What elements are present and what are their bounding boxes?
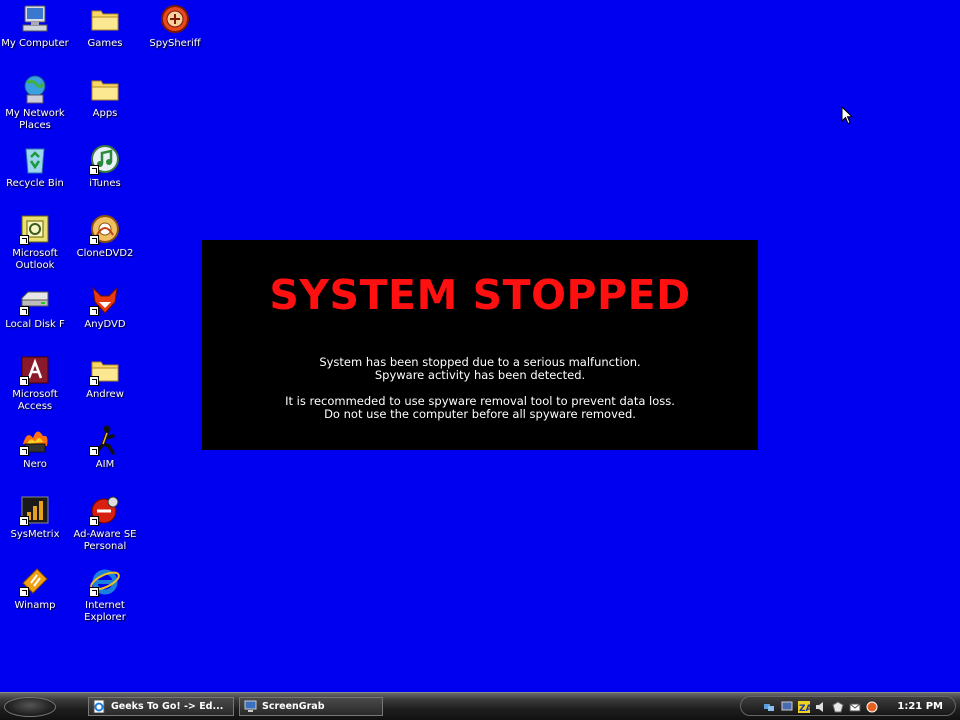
desktop-icon-aim[interactable]: AIM	[70, 424, 140, 471]
outlook-icon	[19, 213, 51, 245]
itunes-icon	[89, 143, 121, 175]
adaware-icon	[89, 494, 121, 526]
speaker-icon[interactable]	[815, 701, 827, 713]
winamp-icon	[19, 565, 51, 597]
zonealarm-icon[interactable]: ZA	[798, 701, 810, 713]
taskbar-clock[interactable]: 1:21 PM	[897, 697, 943, 716]
mouse-pointer-icon	[841, 106, 853, 125]
icon-label: Ad-Aware SE Personal	[73, 529, 137, 552]
desktop-icon-my-computer[interactable]: My Computer	[0, 3, 70, 50]
icon-label: Internet Explorer	[84, 600, 126, 623]
network-places-icon	[19, 73, 51, 105]
internet-explorer-icon	[89, 565, 121, 597]
icon-label: Nero	[23, 459, 47, 470]
icon-label: Apps	[92, 108, 118, 119]
icon-label: Local Disk F	[5, 319, 65, 330]
icon-label: Recycle Bin	[6, 178, 64, 189]
taskbar-button-label: Geeks To Go! -> Ed...	[111, 701, 224, 712]
folder-icon	[89, 73, 121, 105]
monitor-icon[interactable]	[781, 701, 793, 713]
taskbar-button-browser[interactable]: Geeks To Go! -> Ed...	[88, 697, 234, 716]
network-icon[interactable]	[763, 701, 775, 713]
system-tray: ZA 1:21 PM	[740, 696, 956, 716]
icon-label: Games	[87, 38, 123, 49]
desktop-icon-spysheriff[interactable]: SpySheriff	[140, 3, 210, 50]
desktop-icon-microsoft-outlook[interactable]: Microsoft Outlook	[0, 213, 70, 272]
security-icon[interactable]	[832, 701, 844, 713]
taskbar-button-screengrab[interactable]: ScreenGrab	[239, 697, 383, 716]
desktop-icon-ad-aware[interactable]: Ad-Aware SE Personal	[70, 494, 140, 553]
icon-label: AIM	[95, 459, 115, 470]
sysmetrix-icon	[19, 494, 51, 526]
desktop-icon-itunes[interactable]: iTunes	[70, 143, 140, 190]
icon-label: iTunes	[89, 178, 121, 189]
folder-icon	[89, 3, 121, 35]
antivirus-icon[interactable]	[866, 701, 878, 713]
alert-message-line: Spyware activity has been detected.	[374, 368, 586, 382]
alert-message-line: Do not use the computer before all spywa…	[324, 407, 636, 421]
aim-icon	[89, 424, 121, 456]
icon-label: CloneDVD2	[76, 248, 134, 259]
icon-label: Winamp	[14, 600, 56, 611]
taskbar-button-label: ScreenGrab	[262, 701, 325, 712]
desktop-icon-apps[interactable]: Apps	[70, 73, 140, 120]
desktop-icon-my-network-places[interactable]: My Network Places	[0, 73, 70, 132]
my-computer-icon	[19, 3, 51, 35]
icon-label: My Network Places	[5, 108, 65, 131]
desktop-icon-games[interactable]: Games	[70, 3, 140, 50]
spysheriff-icon	[159, 3, 191, 35]
start-button[interactable]	[4, 697, 56, 717]
clonedvd-icon	[89, 213, 121, 245]
desktop-icon-winamp[interactable]: Winamp	[0, 565, 70, 612]
icon-label: SpySheriff	[149, 38, 201, 49]
alert-title: SYSTEM STOPPED	[269, 271, 691, 319]
desktop-icon-internet-explorer[interactable]: Internet Explorer	[70, 565, 140, 624]
desktop-icon-recycle-bin[interactable]: Recycle Bin	[0, 143, 70, 190]
icon-label: My Computer	[1, 38, 69, 49]
desktop-icon-nero[interactable]: Nero	[0, 424, 70, 471]
icon-label: SysMetrix	[10, 529, 60, 540]
taskbar: Geeks To Go! -> Ed... ScreenGrab ZA 1:21…	[0, 692, 960, 720]
nero-icon	[19, 424, 51, 456]
screengrab-icon	[244, 700, 257, 712]
desktop-icon-sysmetrix[interactable]: SysMetrix	[0, 494, 70, 541]
icon-label: Microsoft Outlook	[12, 248, 58, 271]
icon-label: AnyDVD	[84, 319, 126, 330]
ie-page-icon	[93, 700, 105, 713]
svg-text:ZA: ZA	[799, 704, 810, 713]
recycle-bin-icon	[19, 143, 51, 175]
mail-icon[interactable]	[849, 701, 861, 713]
desktop-icon-clonedvd2[interactable]: CloneDVD2	[70, 213, 140, 260]
